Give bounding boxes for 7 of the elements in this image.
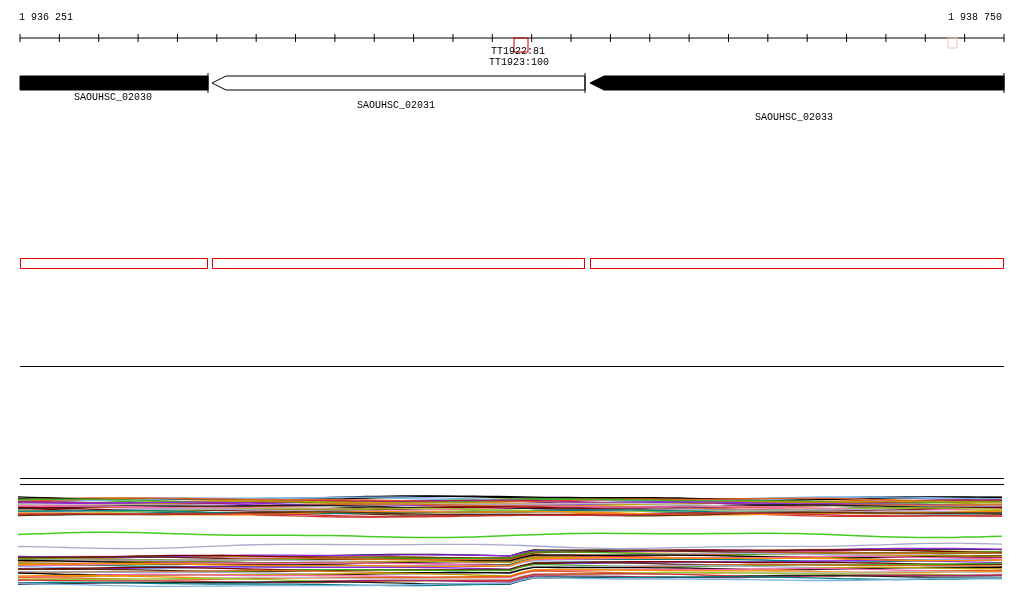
gene-label: SAOUHSC_02033 (755, 113, 833, 123)
gene-label: SAOUHSC_02030 (74, 93, 152, 103)
feature-label: TT1923:100 (489, 58, 549, 68)
ruler-start: 1 936 251 (19, 13, 73, 23)
gene-label: SAOUHSC_02031 (357, 101, 435, 111)
feature-label: TT1922:81 (491, 47, 545, 57)
ruler-end: 1 938 750 (948, 13, 1002, 23)
